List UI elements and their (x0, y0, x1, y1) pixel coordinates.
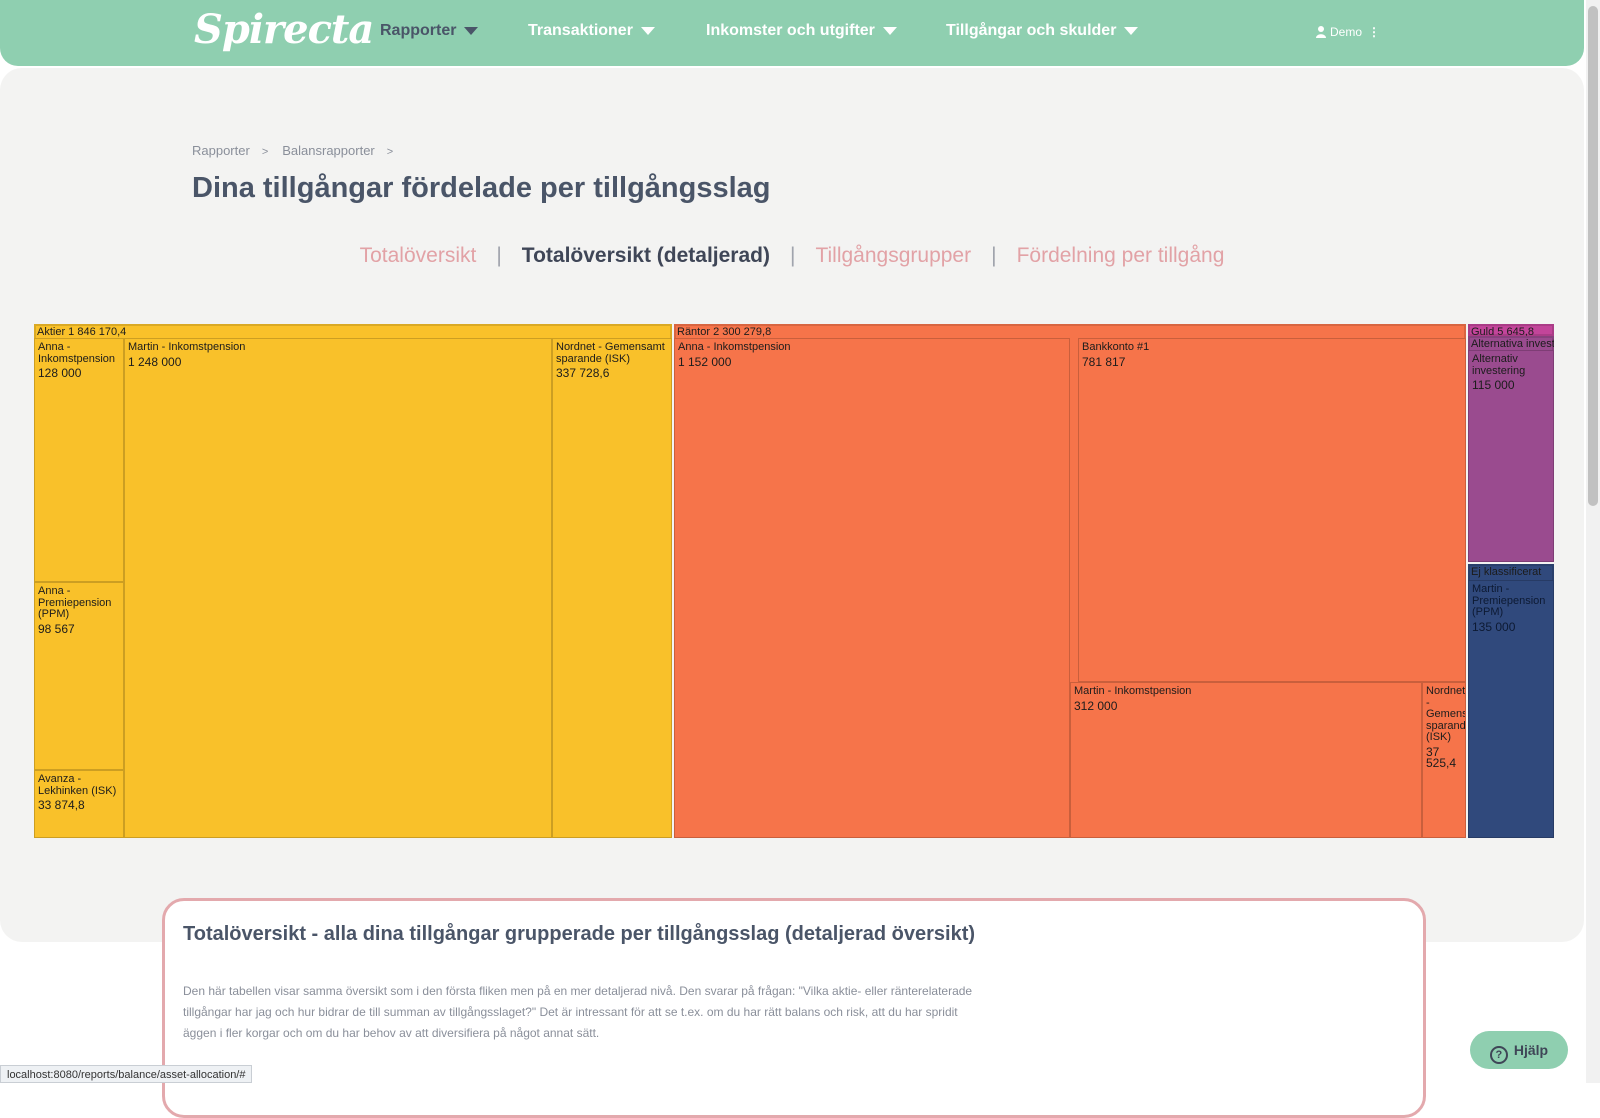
scrollbar-thumb[interactable] (1588, 6, 1598, 506)
top-navbar: Spirecta Rapporter Transaktioner Inkomst… (0, 0, 1584, 66)
treemap-cell-name: Bankkonto #1 (1082, 341, 1150, 353)
nav-transaktioner[interactable]: Transaktioner (528, 22, 655, 40)
treemap-cell-value: 1 152 000 (678, 354, 732, 369)
user-menu[interactable]: Demo ⋮ (1316, 25, 1380, 39)
info-card-title: Totalöversikt - alla dina tillgångar gru… (183, 923, 976, 945)
treemap-cell: Avanza - Lekhinken (ISK) 33 874,8 (34, 770, 124, 838)
treemap-cell: Martin - Inkomstpension 312 000 (1070, 682, 1422, 838)
treemap-cell-value: 135 000 (1472, 619, 1516, 634)
treemap-cell-value: 115 000 (1472, 378, 1515, 392)
treemap-cell-name: Nordnet - Gemensamt sparande (ISK) (1426, 685, 1466, 743)
chevron-right-icon: > (386, 146, 394, 158)
treemap-cell-value: 128 000 (38, 366, 82, 380)
treemap-cell-name: Martin - Inkomstpension (128, 341, 246, 353)
treemap-cell: Nordnet - Gemensamt sparande (ISK)37 525… (1422, 682, 1466, 838)
treemap-cell: Anna - Inkomstpension 1 152 000 (674, 338, 1070, 838)
treemap-cell-name: Alternativ investering (1472, 353, 1526, 377)
status-url: localhost:8080/reports/balance/asset-all… (0, 1065, 253, 1083)
nav-tillgangar-label: Tillgångar och skulder (946, 22, 1117, 39)
breadcrumb-rapporter[interactable]: Rapporter (192, 143, 250, 158)
info-card: Totalöversikt - alla dina tillgångar gru… (162, 898, 1426, 1118)
treemap-cell-name: Martin - Inkomstpension (1074, 685, 1192, 697)
user-icon (1316, 26, 1326, 38)
treemap-group-label: Alternativa investeringar (1471, 338, 1554, 350)
treemap-cell: Anna - Premiepension (PPM) 98 567 (34, 582, 124, 770)
treemap-cell: Anna - Inkomstpension 128 000 (34, 338, 124, 582)
caret-down-icon (882, 26, 897, 35)
caret-down-icon (464, 26, 479, 35)
treemap-cell-name: Anna - Inkomstpension (38, 341, 116, 365)
tab-separator: | (789, 244, 796, 267)
treemap-cell: Nordnet - Gemensamt sparande (ISK) 337 72… (552, 338, 672, 838)
treemap-cell-value: 1 248 000 (128, 354, 182, 369)
question-icon: ? (1489, 1046, 1508, 1064)
nav-inkomster-och-utgifter[interactable]: Inkomster och utgifter (706, 22, 897, 40)
tab-totaloversikt[interactable]: Totalöversikt (360, 244, 477, 267)
asset-treemap: Aktier 1 846 170,4 Anna - Inkomstpension 1… (34, 324, 1554, 838)
tab-totaloversikt-detaljerad[interactable]: Totalöversikt (detaljerad) (522, 244, 770, 267)
nav-rapporter-label: Rapporter (380, 22, 457, 39)
treemap-group-label: Aktier 1 846 170,4 (37, 326, 127, 338)
help-label: Hjälp (1513, 1042, 1549, 1058)
treemap-cell-name: Avanza - Lekhinken (ISK) (38, 773, 117, 797)
nav-inkomster-label: Inkomster och utgifter (706, 22, 875, 39)
report-tabs: Totalöversikt | Totalöversikt (detaljerad)… (0, 244, 1584, 268)
breadcrumb-balansrapporter[interactable]: Balansrapporter (282, 143, 375, 158)
treemap-cell-value: 337 728,6 (556, 366, 610, 380)
tab-separator: | (991, 244, 997, 267)
treemap-cell: Alternativ investering 115 000 (1468, 350, 1554, 562)
help-button[interactable]: ? Hjälp (1470, 1031, 1568, 1069)
info-card-text: Den här tabellen visar samma översikt so… (183, 984, 973, 1040)
treemap-cell-name: Nordnet - Gemensamt sparande (ISK) (556, 341, 665, 365)
chevron-right-icon: > (261, 146, 269, 158)
treemap-cell-value: 98 567 (38, 621, 75, 636)
treemap-cell-value: 33 874,8 (38, 798, 85, 812)
breadcrumb: Rapporter > Balansrapporter > (192, 143, 407, 158)
tab-tillgangsgrupper[interactable]: Tillgångsgrupper (815, 244, 971, 267)
nav-rapporter[interactable]: Rapporter (380, 22, 479, 40)
tab-separator: | (496, 244, 502, 267)
treemap-group-label: Ej klassificerat (1471, 566, 1542, 578)
kebab-menu-icon: ⋮ (1368, 25, 1381, 39)
caret-down-icon (1124, 26, 1139, 35)
user-name: Demo (1330, 25, 1363, 39)
tab-fordelning-per-tillgang[interactable]: Fördelning per tillgång (1017, 244, 1225, 267)
treemap-cell-name: Anna - Premiepension (PPM) (38, 585, 112, 620)
nav-transaktioner-label: Transaktioner (528, 22, 633, 39)
treemap-cell-name: Anna - Inkomstpension (678, 341, 791, 353)
treemap-cell: Martin - Premiepension (PPM) 135 000 (1468, 580, 1554, 838)
caret-down-icon (640, 26, 655, 35)
treemap-group-label: Räntor 2 300 279,8 (677, 326, 772, 338)
spirecta-logo[interactable]: Spirecta (194, 6, 374, 53)
treemap-cell: Bankkonto #1 781 817 (1078, 338, 1466, 682)
nav-tillgangar-och-skulder[interactable]: Tillgångar och skulder (946, 22, 1139, 40)
treemap-cell-name: Martin - Premiepension (PPM) (1472, 583, 1546, 618)
treemap-cell: Martin - Inkomstpension 1 248 000 (124, 338, 552, 838)
treemap-cell-value: 781 817 (1082, 354, 1126, 369)
treemap-cell-value: 312 000 (1074, 698, 1118, 713)
page-title: Dina tillgångar fördelade per tillgångss… (192, 172, 771, 204)
treemap-cell-value: 37 525,4 (1426, 744, 1457, 770)
